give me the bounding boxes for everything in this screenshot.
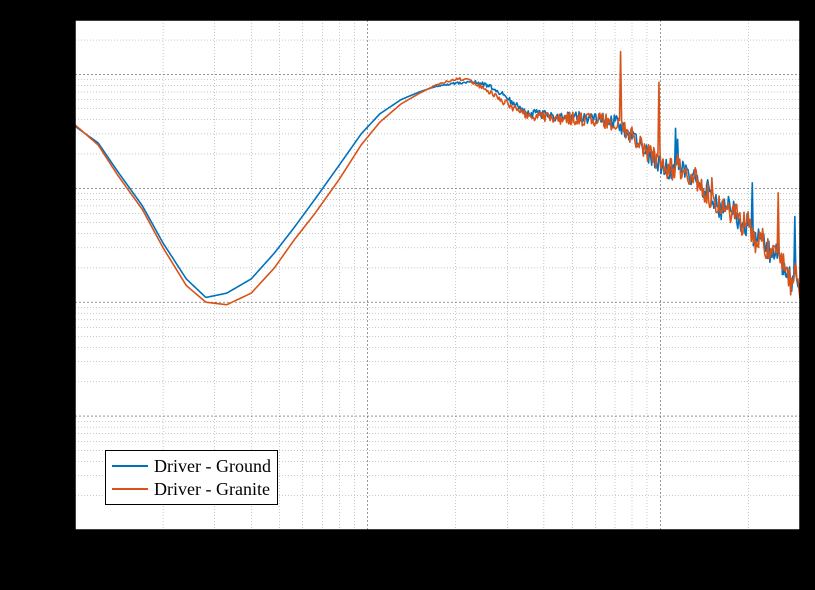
legend-entry-ground: Driver - Ground	[112, 455, 271, 478]
chart-legend: Driver - Ground Driver - Granite	[105, 450, 278, 505]
legend-swatch	[112, 465, 148, 467]
legend-label: Driver - Granite	[154, 478, 270, 501]
legend-entry-granite: Driver - Granite	[112, 478, 271, 501]
legend-label: Driver - Ground	[154, 455, 271, 478]
legend-swatch	[112, 488, 148, 490]
